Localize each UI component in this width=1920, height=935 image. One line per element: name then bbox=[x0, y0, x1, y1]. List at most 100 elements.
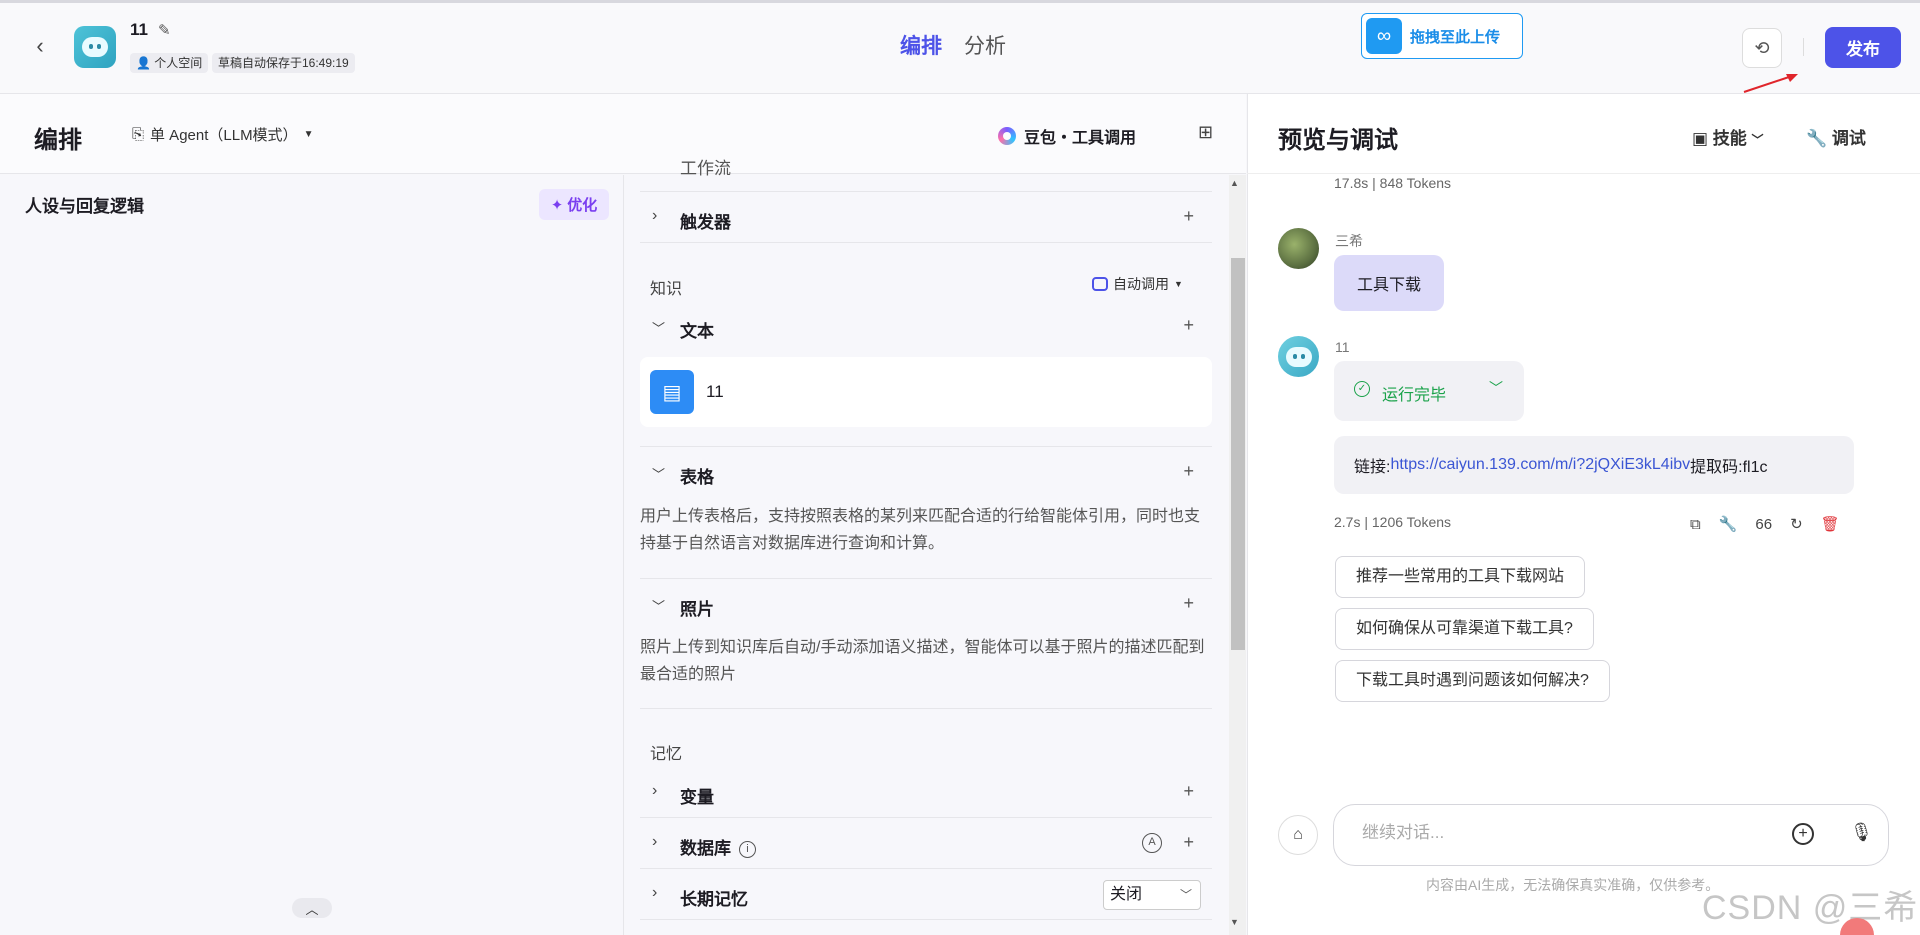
user-name: 三希 bbox=[1335, 233, 1363, 249]
watermark: CSDN @三希 bbox=[1702, 889, 1919, 927]
info-icon[interactable]: i bbox=[739, 841, 756, 858]
reply-link[interactable]: https://caiyun.139.com/m/i?2jQXiE3kL4ibv bbox=[1390, 456, 1690, 474]
ai-disclaimer: 内容由AI生成，无法确保真实准确，仅供参考。 bbox=[1426, 877, 1720, 893]
add-photo-icon[interactable]: + bbox=[1183, 593, 1194, 614]
bot-name: 11 bbox=[1335, 339, 1350, 355]
model-label: 豆包・工具调用 bbox=[1024, 130, 1137, 147]
check-circle-icon: ✓ bbox=[1354, 381, 1370, 397]
tab-analysis[interactable]: 分析 bbox=[964, 30, 1006, 60]
broom-icon: ⌂ bbox=[1293, 826, 1303, 843]
tab-arrange[interactable]: 编排 bbox=[900, 30, 942, 60]
doubao-logo-icon bbox=[998, 127, 1016, 145]
collapse-up-button[interactable]: ︿ bbox=[292, 898, 332, 918]
quote-count[interactable]: 66 bbox=[1755, 516, 1772, 533]
workflow-label: 工作流 bbox=[680, 159, 731, 178]
variable-row[interactable]: › 变量 + bbox=[640, 768, 1212, 818]
space-label: 个人空间 bbox=[154, 56, 203, 70]
add-variable-icon[interactable]: + bbox=[1183, 781, 1194, 802]
history-button[interactable]: ⟲ bbox=[1742, 28, 1782, 68]
cloud-upload-icon: ∞ bbox=[1366, 18, 1402, 54]
scroll-down-arrow-icon[interactable]: ▼ bbox=[1230, 917, 1239, 927]
auto-mode-icon[interactable]: A bbox=[1142, 833, 1162, 853]
run-status-bubble[interactable]: ✓ 运行完毕 ﹀ bbox=[1334, 361, 1524, 421]
debug-button[interactable]: 🔧 调试 bbox=[1806, 124, 1866, 149]
add-table-icon[interactable]: + bbox=[1183, 461, 1194, 482]
divider bbox=[640, 578, 1212, 579]
tool-icon[interactable]: 🔧 bbox=[1719, 515, 1738, 533]
chevron-down-icon: ﹀ bbox=[1489, 380, 1503, 396]
chevron-up-icon: ︿ bbox=[305, 901, 319, 917]
optimize-button[interactable]: ✦ 优化 bbox=[539, 189, 609, 220]
add-trigger-icon[interactable]: + bbox=[1183, 206, 1194, 227]
edit-icon[interactable]: ✎ bbox=[158, 21, 171, 39]
back-arrow-icon[interactable]: ‹ bbox=[28, 34, 52, 58]
bot-name: 11 bbox=[130, 20, 148, 39]
chevron-right-icon: › bbox=[652, 207, 658, 224]
chevron-right-icon: › bbox=[652, 782, 658, 799]
chevron-down-icon: ﹀ bbox=[652, 599, 666, 614]
longterm-memory-select[interactable]: 关闭 ﹀ bbox=[1103, 880, 1201, 910]
variable-label: 变量 bbox=[680, 788, 714, 807]
bot-avatar bbox=[1278, 336, 1319, 377]
chevron-right-icon: › bbox=[652, 884, 658, 901]
knowledge-text-item[interactable]: ▤ 11 bbox=[640, 357, 1212, 427]
model-selector[interactable]: 豆包・工具调用 bbox=[998, 124, 1136, 148]
user-avatar bbox=[1278, 228, 1319, 269]
sparkle-icon: ✦ bbox=[550, 196, 564, 214]
chat-input[interactable] bbox=[1362, 823, 1762, 843]
divider bbox=[640, 446, 1212, 447]
longterm-memory-value: 关闭 bbox=[1110, 886, 1143, 903]
add-database-icon[interactable]: + bbox=[1183, 832, 1194, 853]
suggestion-chip[interactable]: 推荐一些常用的工具下载网站 bbox=[1335, 556, 1586, 598]
bot-face-icon bbox=[82, 37, 108, 57]
auto-call-selector[interactable]: 自动调用 ▼ bbox=[1092, 274, 1183, 294]
microphone-icon[interactable]: 🎙 bbox=[1850, 822, 1873, 843]
workflow-row[interactable]: 工作流 bbox=[640, 152, 1212, 192]
upload-dropzone[interactable]: ∞ 拖拽至此上传 bbox=[1361, 13, 1523, 59]
reply-meta: 2.7s | 1206 Tokens bbox=[1334, 514, 1452, 530]
regenerate-icon[interactable]: ↻ bbox=[1790, 515, 1803, 533]
suggestion-chip[interactable]: 如何确保从可靠渠道下载工具? bbox=[1335, 608, 1594, 650]
user-icon: 👤 bbox=[136, 56, 151, 70]
knowledge-group-label: 知识 bbox=[650, 281, 683, 298]
clear-chat-button[interactable]: ⌂ bbox=[1278, 815, 1318, 855]
text-row[interactable]: ﹀ 文本 + bbox=[640, 302, 1212, 352]
scroll-up-arrow-icon[interactable]: ▲ bbox=[1230, 178, 1239, 188]
delete-icon[interactable]: 🗑 bbox=[1821, 515, 1840, 533]
debug-label: 调试 bbox=[1831, 129, 1866, 148]
add-attachment-icon[interactable]: + bbox=[1792, 823, 1814, 845]
agent-mode-icon: ⎘ bbox=[132, 126, 145, 143]
robot-icon bbox=[1092, 277, 1108, 291]
table-row[interactable]: ﹀ 表格 + bbox=[640, 448, 1212, 498]
auto-call-label: 自动调用 bbox=[1113, 276, 1169, 292]
table-label: 表格 bbox=[680, 468, 714, 487]
add-text-icon[interactable]: + bbox=[1183, 315, 1194, 336]
run-status-label: 运行完毕 bbox=[1382, 387, 1447, 404]
trigger-row[interactable]: › 触发器 + bbox=[640, 193, 1212, 243]
bot-reply: 链接: https://caiyun.139.com/m/i?2jQXiE3kL… bbox=[1334, 436, 1854, 494]
copy-icon[interactable]: ⧉ bbox=[1690, 516, 1701, 533]
publish-button[interactable]: 发布 bbox=[1825, 27, 1901, 68]
suggestion-chip[interactable]: 下载工具时遇到问题该如何解决? bbox=[1335, 660, 1610, 702]
database-label: 数据库 i bbox=[680, 834, 756, 859]
editor-title: 编排 bbox=[34, 127, 82, 154]
photo-row[interactable]: ﹀ 照片 + bbox=[640, 580, 1212, 630]
history-icon: ⟲ bbox=[1754, 37, 1770, 58]
database-row[interactable]: › 数据库 i A + bbox=[640, 819, 1212, 869]
agent-mode-selector[interactable]: ⎘ 单 Agent（LLM模式） ▼ bbox=[132, 124, 313, 145]
chevron-down-icon: ﹀ bbox=[652, 467, 666, 482]
preview-title: 预览与调试 bbox=[1278, 127, 1398, 154]
bot-avatar[interactable] bbox=[74, 26, 116, 68]
link-suffix: 提取码:fl1c bbox=[1690, 459, 1768, 476]
agent-mode-label: 单 Agent（LLM模式） bbox=[150, 127, 298, 144]
skills-label: 技能 bbox=[1712, 129, 1747, 148]
persona-panel bbox=[0, 175, 624, 935]
previous-message-meta: 17.8s | 848 Tokens bbox=[1334, 175, 1452, 191]
scrollbar-thumb[interactable] bbox=[1231, 258, 1245, 650]
layout-grid-icon[interactable]: ⊞ bbox=[1198, 122, 1213, 143]
caret-down-icon: ▼ bbox=[1174, 279, 1183, 289]
link-prefix: 链接: bbox=[1354, 459, 1391, 476]
main-tabs: 编排 分析 bbox=[900, 30, 1006, 60]
photo-description: 照片上传到知识库后自动/手动添加语义描述，智能体可以基于照片的描述匹配到最合适的… bbox=[640, 639, 1205, 683]
skills-dropdown[interactable]: ▣ 技能 ﹀ bbox=[1692, 124, 1764, 149]
